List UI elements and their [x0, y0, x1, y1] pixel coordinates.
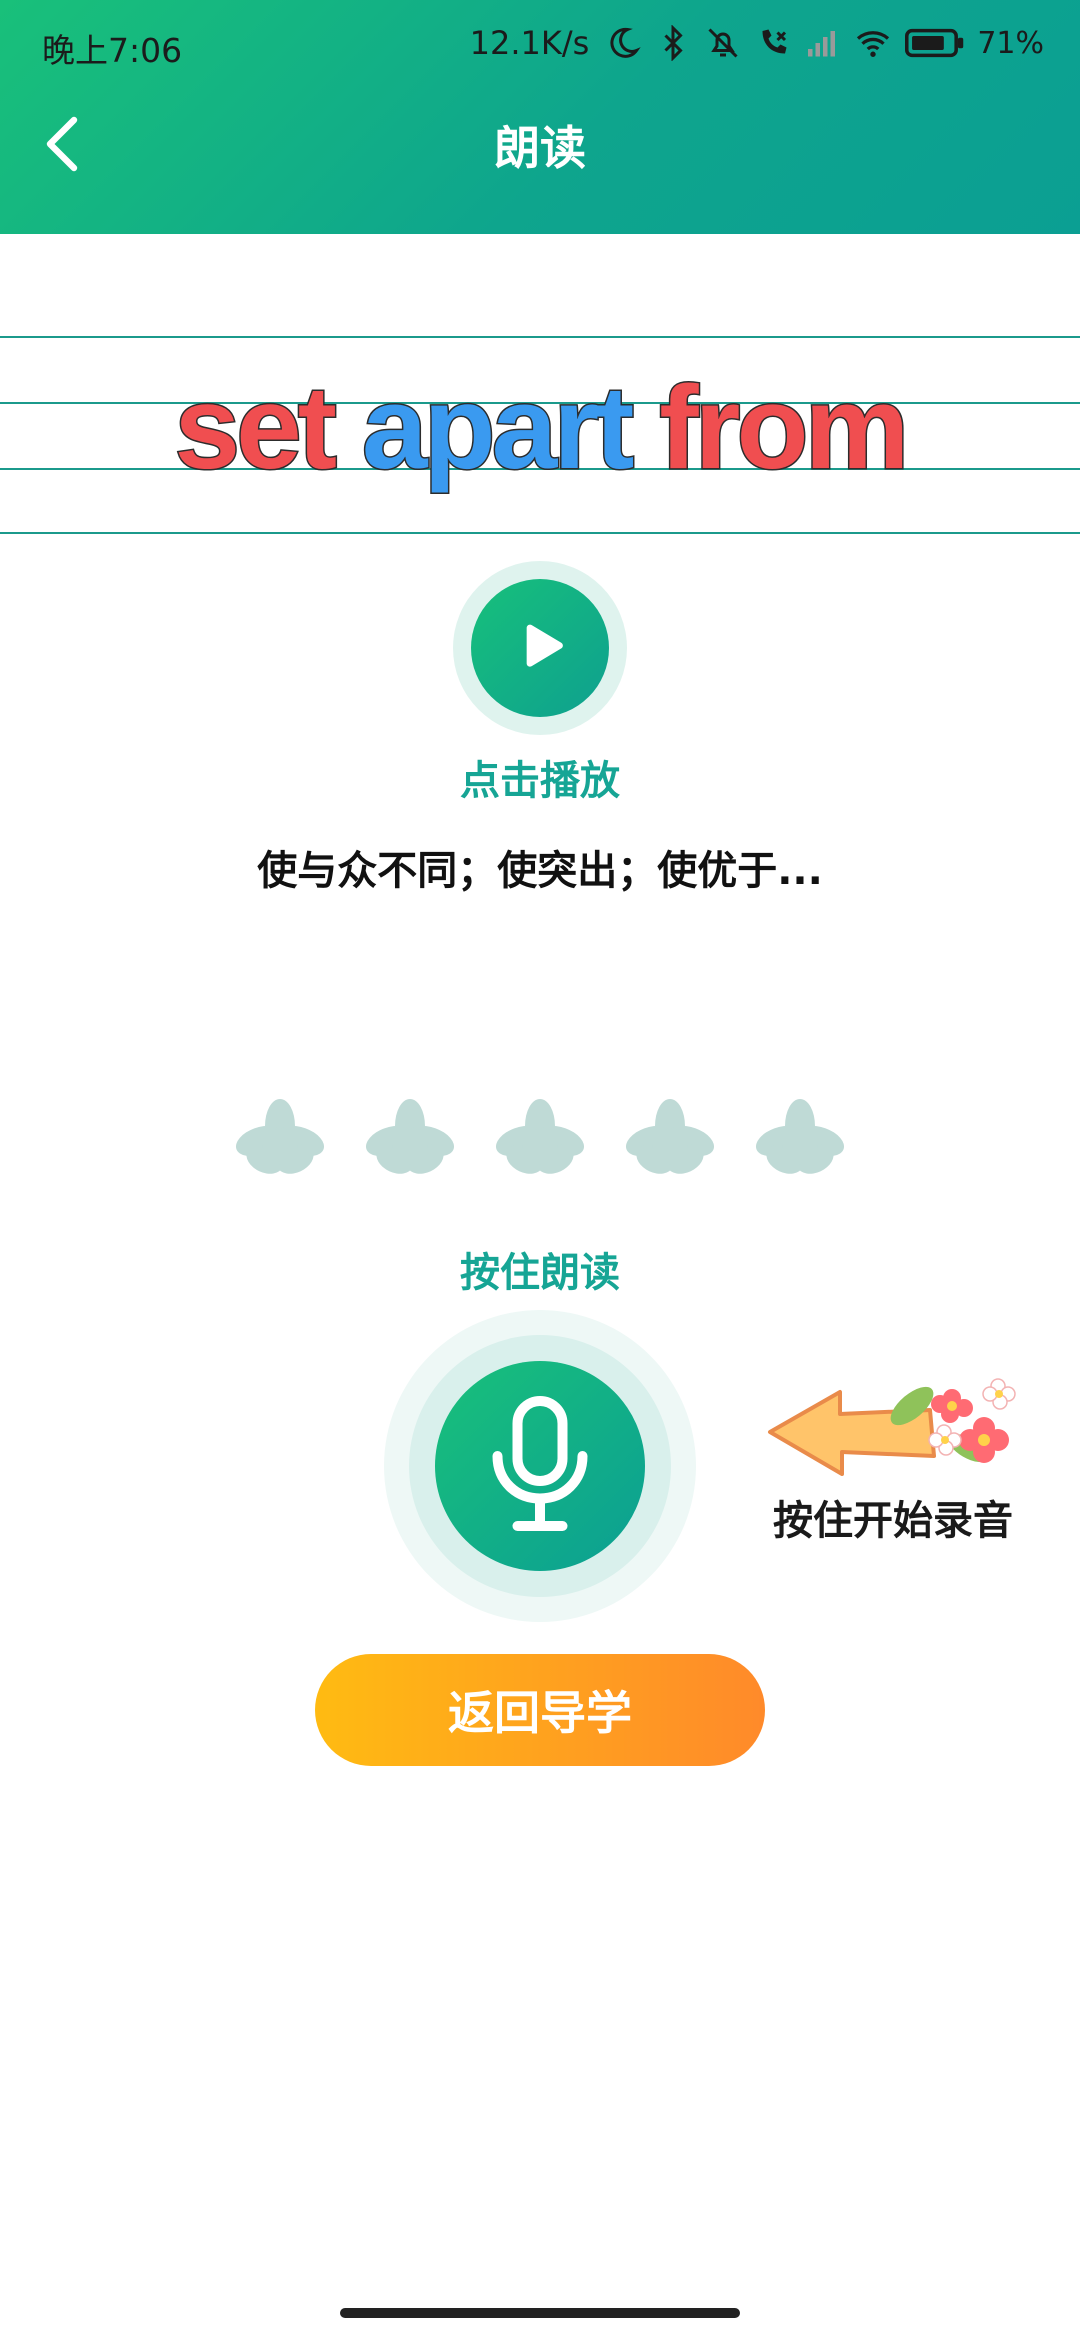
- word-part-set: set: [173, 361, 339, 496]
- word-part-apart: apart: [360, 361, 636, 496]
- home-indicator[interactable]: [340, 2308, 740, 2318]
- flower-icon: [235, 1099, 325, 1174]
- header: 晚上7:06 12.1K/s 71% 朗读: [0, 0, 1080, 234]
- status-bar: 晚上7:06 12.1K/s 71%: [0, 0, 1080, 90]
- word-part-from: from: [658, 361, 911, 496]
- flower-icon: [365, 1099, 455, 1174]
- battery-icon: [903, 22, 967, 64]
- record-button-halo: [384, 1310, 696, 1622]
- wifi-icon: [853, 22, 893, 64]
- mute-bell-icon: [703, 22, 743, 64]
- status-time: 晚上7:06: [42, 31, 183, 70]
- microphone-icon: [492, 1396, 588, 1531]
- guide-line: [0, 532, 1080, 534]
- flower-icon: [755, 1099, 845, 1174]
- status-icons: 12.1K/s 71%: [470, 22, 1044, 64]
- moon-icon: [603, 22, 643, 64]
- play-icon: [526, 624, 563, 667]
- record-label: 按住朗读: [460, 1250, 620, 1296]
- meaning-text: 使与众不同；使突出；使优于...: [257, 848, 823, 894]
- battery-percent: 71%: [977, 25, 1044, 61]
- flower-rating: [0, 1096, 1080, 1186]
- signal-icon: [803, 22, 843, 64]
- phrase-text: set apart from: [0, 358, 1080, 498]
- page-title: 朗读: [494, 121, 586, 175]
- play-label[interactable]: 点击播放: [0, 748, 1080, 806]
- record-button[interactable]: [435, 1361, 645, 1571]
- missed-call-icon: [753, 22, 793, 64]
- record-hint: 按住开始录音: [762, 1370, 1022, 1550]
- network-speed: 12.1K/s: [469, 24, 590, 62]
- word-display: set apart from: [0, 336, 1080, 534]
- flower-icon: [625, 1099, 715, 1174]
- guide-line: [0, 336, 1080, 338]
- bluetooth-icon: [653, 22, 693, 64]
- flower-icon: [495, 1099, 585, 1174]
- reading-screen: 晚上7:06 12.1K/s 71% 朗读 set apart from 点击播…: [0, 0, 1080, 2340]
- arrow-flower-icon: [768, 1378, 1016, 1476]
- record-hint-text: 按住开始录音: [773, 1498, 1013, 1544]
- play-button[interactable]: [453, 561, 627, 735]
- return-to-guide-button[interactable]: 返回导学: [315, 1654, 765, 1766]
